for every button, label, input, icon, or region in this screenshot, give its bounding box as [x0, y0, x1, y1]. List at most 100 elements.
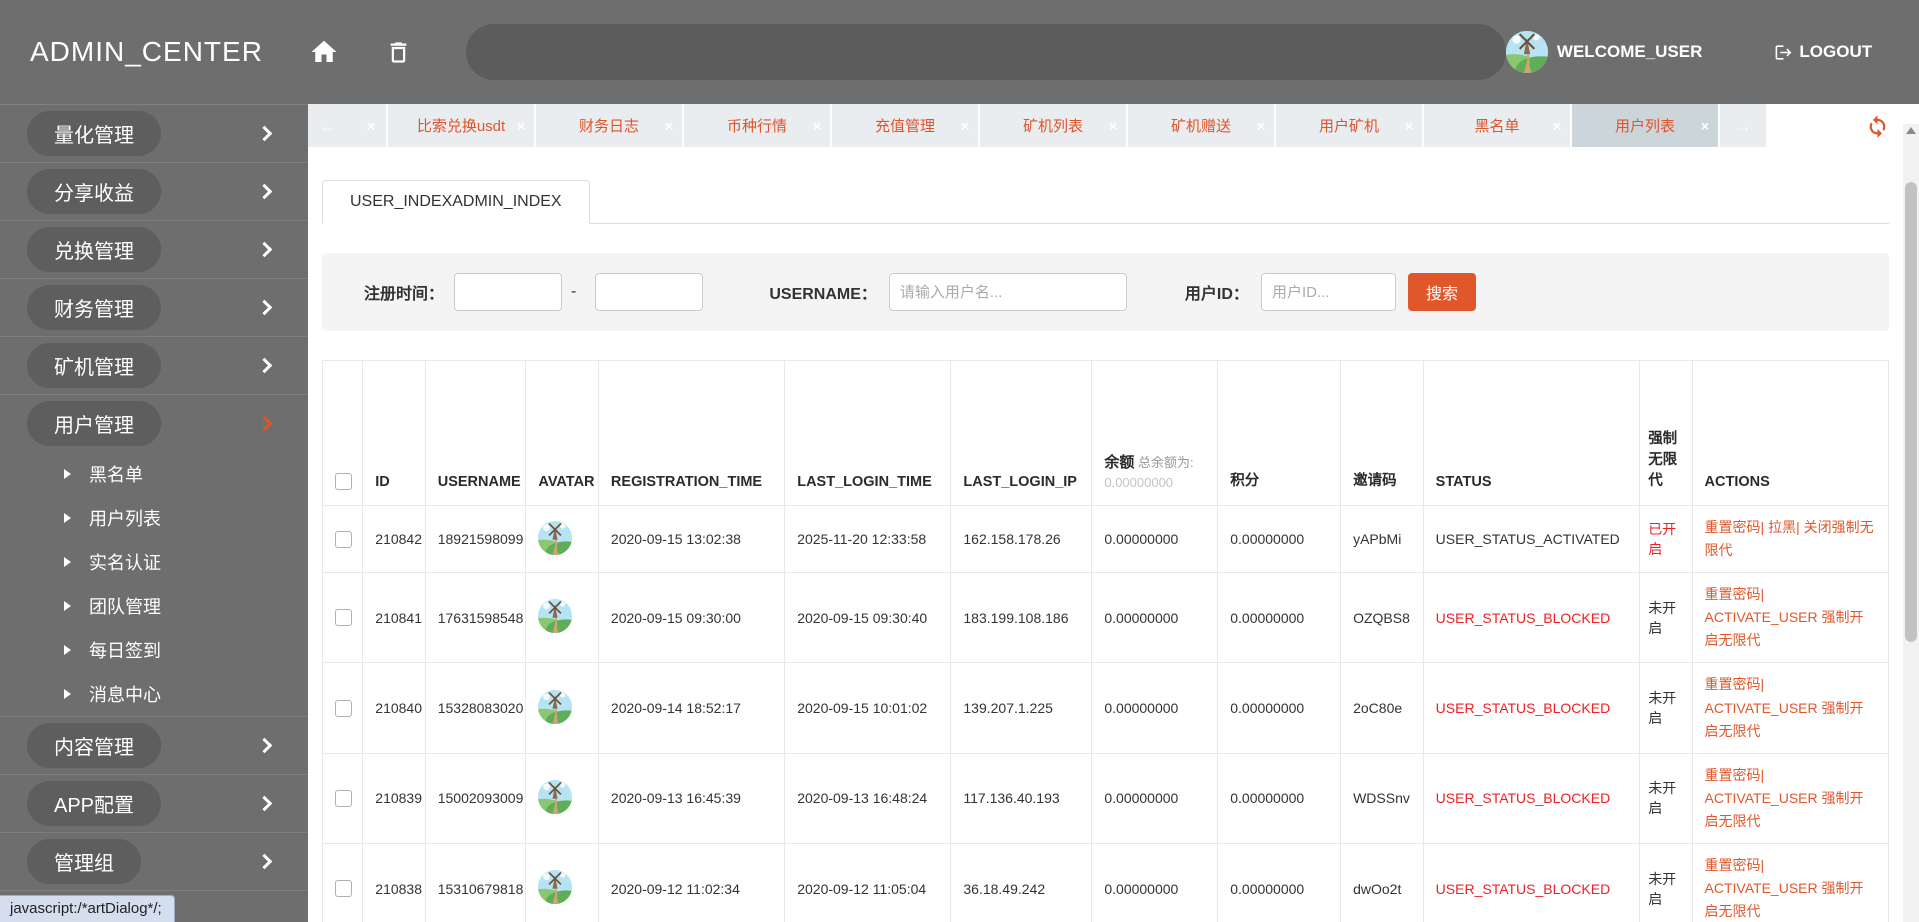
tab-close-icon[interactable]: × — [961, 119, 969, 133]
sidebar-subitem-黑名单[interactable]: 黑名单 — [0, 452, 308, 496]
tab-用户列表[interactable]: 用户列表 × — [1572, 104, 1718, 147]
sidebar-item-量化管理[interactable]: 量化管理 — [0, 105, 308, 162]
force-unlimited-text: 未开启 — [1648, 690, 1677, 727]
tab-close-icon[interactable]: × — [1701, 119, 1709, 133]
col-header-avatar: AVATAR — [525, 360, 599, 506]
cell-points: 0.00000000 — [1217, 504, 1342, 574]
cell-sel — [321, 843, 364, 922]
home-icon[interactable] — [309, 37, 339, 67]
action-link[interactable]: 重置密码 — [1705, 586, 1761, 602]
sidebar-item-分享收益[interactable]: 分享收益 — [0, 163, 308, 220]
scrollbar-thumb[interactable] — [1905, 182, 1917, 642]
cell-balance: 0.00000000 — [1091, 504, 1219, 574]
tab-close-icon[interactable]: × — [1405, 119, 1413, 133]
sidebar-item-label: 量化管理 — [27, 111, 161, 156]
action-link[interactable]: 拉黑 — [1768, 519, 1796, 535]
sidebar-item-内容管理[interactable]: 内容管理 — [0, 717, 308, 774]
row-checkbox[interactable] — [335, 609, 352, 627]
welcome-text: WELCOME_USER — [1556, 42, 1703, 61]
sidebar-subitem-消息中心[interactable]: 消息中心 — [0, 672, 308, 716]
row-checkbox[interactable] — [335, 699, 352, 717]
cell-actions: 重置密码| 拉黑| 关闭强制无限代 — [1691, 504, 1890, 574]
action-link[interactable]: 重置密码 — [1705, 857, 1761, 873]
user-box: WELCOME_USER LOGOUT — [1505, 31, 1872, 73]
date-from-input[interactable] — [454, 273, 563, 311]
col-header-points: 积分 — [1217, 360, 1342, 506]
triangle-right-icon — [64, 513, 71, 523]
action-link[interactable]: 重置密码 — [1705, 676, 1761, 692]
cell-status: USER_STATUS_ACTIVATED — [1422, 504, 1641, 574]
tab-close-icon[interactable]: × — [1109, 119, 1117, 133]
tab-用户矿机[interactable]: 用户矿机 × — [1276, 104, 1422, 147]
tab-close-icon[interactable]: × — [517, 119, 525, 133]
cell-last_login_ip: 36.18.49.242 — [950, 843, 1093, 922]
tab-label: 币种行情 — [726, 118, 787, 135]
sidebar-block: 管理组 — [0, 833, 308, 891]
userid-label: 用户ID： — [1184, 286, 1249, 303]
cell-avatar — [525, 572, 599, 664]
vertical-scrollbar[interactable] — [1903, 124, 1919, 922]
tab-close-icon[interactable]: × — [1257, 119, 1265, 133]
sidebar-item-矿机管理[interactable]: 矿机管理 — [0, 337, 308, 394]
tab-黑名单[interactable]: 黑名单 × — [1424, 104, 1570, 147]
tab-充值管理[interactable]: 充值管理 × — [832, 104, 978, 147]
cell-points: 0.00000000 — [1217, 572, 1342, 664]
tab-比索兑换usdt[interactable]: 比索兑换usdt × — [388, 104, 534, 147]
page-tabs: USER_INDEXADMIN_INDEX — [322, 180, 1889, 224]
chevron-right-icon — [256, 299, 273, 316]
cell-force_unlimited: 未开启 — [1639, 752, 1693, 845]
row-avatar — [538, 520, 573, 555]
cell-last_login_ip: 162.158.178.26 — [950, 504, 1093, 574]
cell-registration_time: 2020-09-12 11:02:34 — [597, 843, 786, 922]
page-tab-user-index[interactable]: USER_INDEXADMIN_INDEX — [322, 180, 590, 224]
action-link[interactable]: ACTIVATE_USER 强制开启无限代 — [1705, 609, 1864, 648]
row-checkbox[interactable] — [335, 789, 352, 807]
sidebar-item-管理组[interactable]: 管理组 — [0, 833, 308, 890]
tab-矿机赠送[interactable]: 矿机赠送 × — [1128, 104, 1274, 147]
balance-header-total: 0.00000000 — [1104, 475, 1174, 490]
userid-input[interactable] — [1260, 273, 1396, 311]
sidebar-item-label: 矿机管理 — [27, 343, 161, 388]
tab-close-icon[interactable]: × — [665, 119, 673, 133]
action-link[interactable]: 重置密码 — [1705, 519, 1761, 535]
sidebar-item-财务管理[interactable]: 财务管理 — [0, 279, 308, 336]
sidebar-item-APP配置[interactable]: APP配置 — [0, 775, 308, 832]
sidebar-subitem-用户列表[interactable]: 用户列表 — [0, 496, 308, 540]
action-link[interactable]: 重置密码 — [1705, 767, 1761, 783]
tab-scroll-left[interactable]: ← × — [308, 104, 386, 147]
sidebar-subitem-实名认证[interactable]: 实名认证 — [0, 540, 308, 584]
close-icon[interactable]: × — [367, 119, 375, 133]
cell-balance: 0.00000000 — [1091, 572, 1219, 664]
row-checkbox[interactable] — [335, 880, 352, 898]
sidebar-subitem-每日签到[interactable]: 每日签到 — [0, 628, 308, 672]
cell-avatar — [525, 752, 599, 845]
sidebar-item-用户管理[interactable]: 用户管理 — [0, 395, 308, 452]
cell-actions: 重置密码| ACTIVATE_USER 强制开启无限代 — [1691, 662, 1890, 754]
date-range-separator: - — [571, 283, 577, 300]
cell-last_login_ip: 139.207.1.225 — [950, 662, 1093, 754]
triangle-right-icon — [64, 645, 71, 655]
top-search-bar[interactable] — [465, 24, 1506, 80]
action-link[interactable]: ACTIVATE_USER 强制开启无限代 — [1705, 700, 1864, 739]
action-link[interactable]: ACTIVATE_USER 强制开启无限代 — [1705, 880, 1864, 919]
cell-registration_time: 2020-09-13 16:45:39 — [597, 752, 786, 845]
tab-矿机列表[interactable]: 矿机列表 × — [980, 104, 1126, 147]
tab-scroll-right[interactable]: → — [1720, 104, 1766, 147]
tab-币种行情[interactable]: 币种行情 × — [684, 104, 830, 147]
logout-button[interactable]: LOGOUT — [1774, 42, 1872, 62]
scroll-up-icon[interactable] — [1906, 127, 1916, 134]
search-button[interactable]: 搜索 — [1407, 273, 1476, 311]
action-link[interactable]: ACTIVATE_USER 强制开启无限代 — [1705, 790, 1864, 829]
tab-close-icon[interactable]: × — [813, 119, 821, 133]
username-input[interactable] — [888, 273, 1127, 311]
tab-close-icon[interactable]: × — [1553, 119, 1561, 133]
arrow-left-icon[interactable]: ← — [319, 117, 337, 135]
trash-icon[interactable] — [385, 39, 412, 66]
tab-财务日志[interactable]: 财务日志 × — [536, 104, 682, 147]
sidebar-subitem-团队管理[interactable]: 团队管理 — [0, 584, 308, 628]
sidebar-item-兑换管理[interactable]: 兑换管理 — [0, 221, 308, 278]
select-all-checkbox[interactable] — [335, 473, 352, 490]
date-to-input[interactable] — [595, 273, 704, 311]
row-checkbox[interactable] — [335, 530, 352, 548]
cell-status: USER_STATUS_BLOCKED — [1422, 662, 1641, 754]
